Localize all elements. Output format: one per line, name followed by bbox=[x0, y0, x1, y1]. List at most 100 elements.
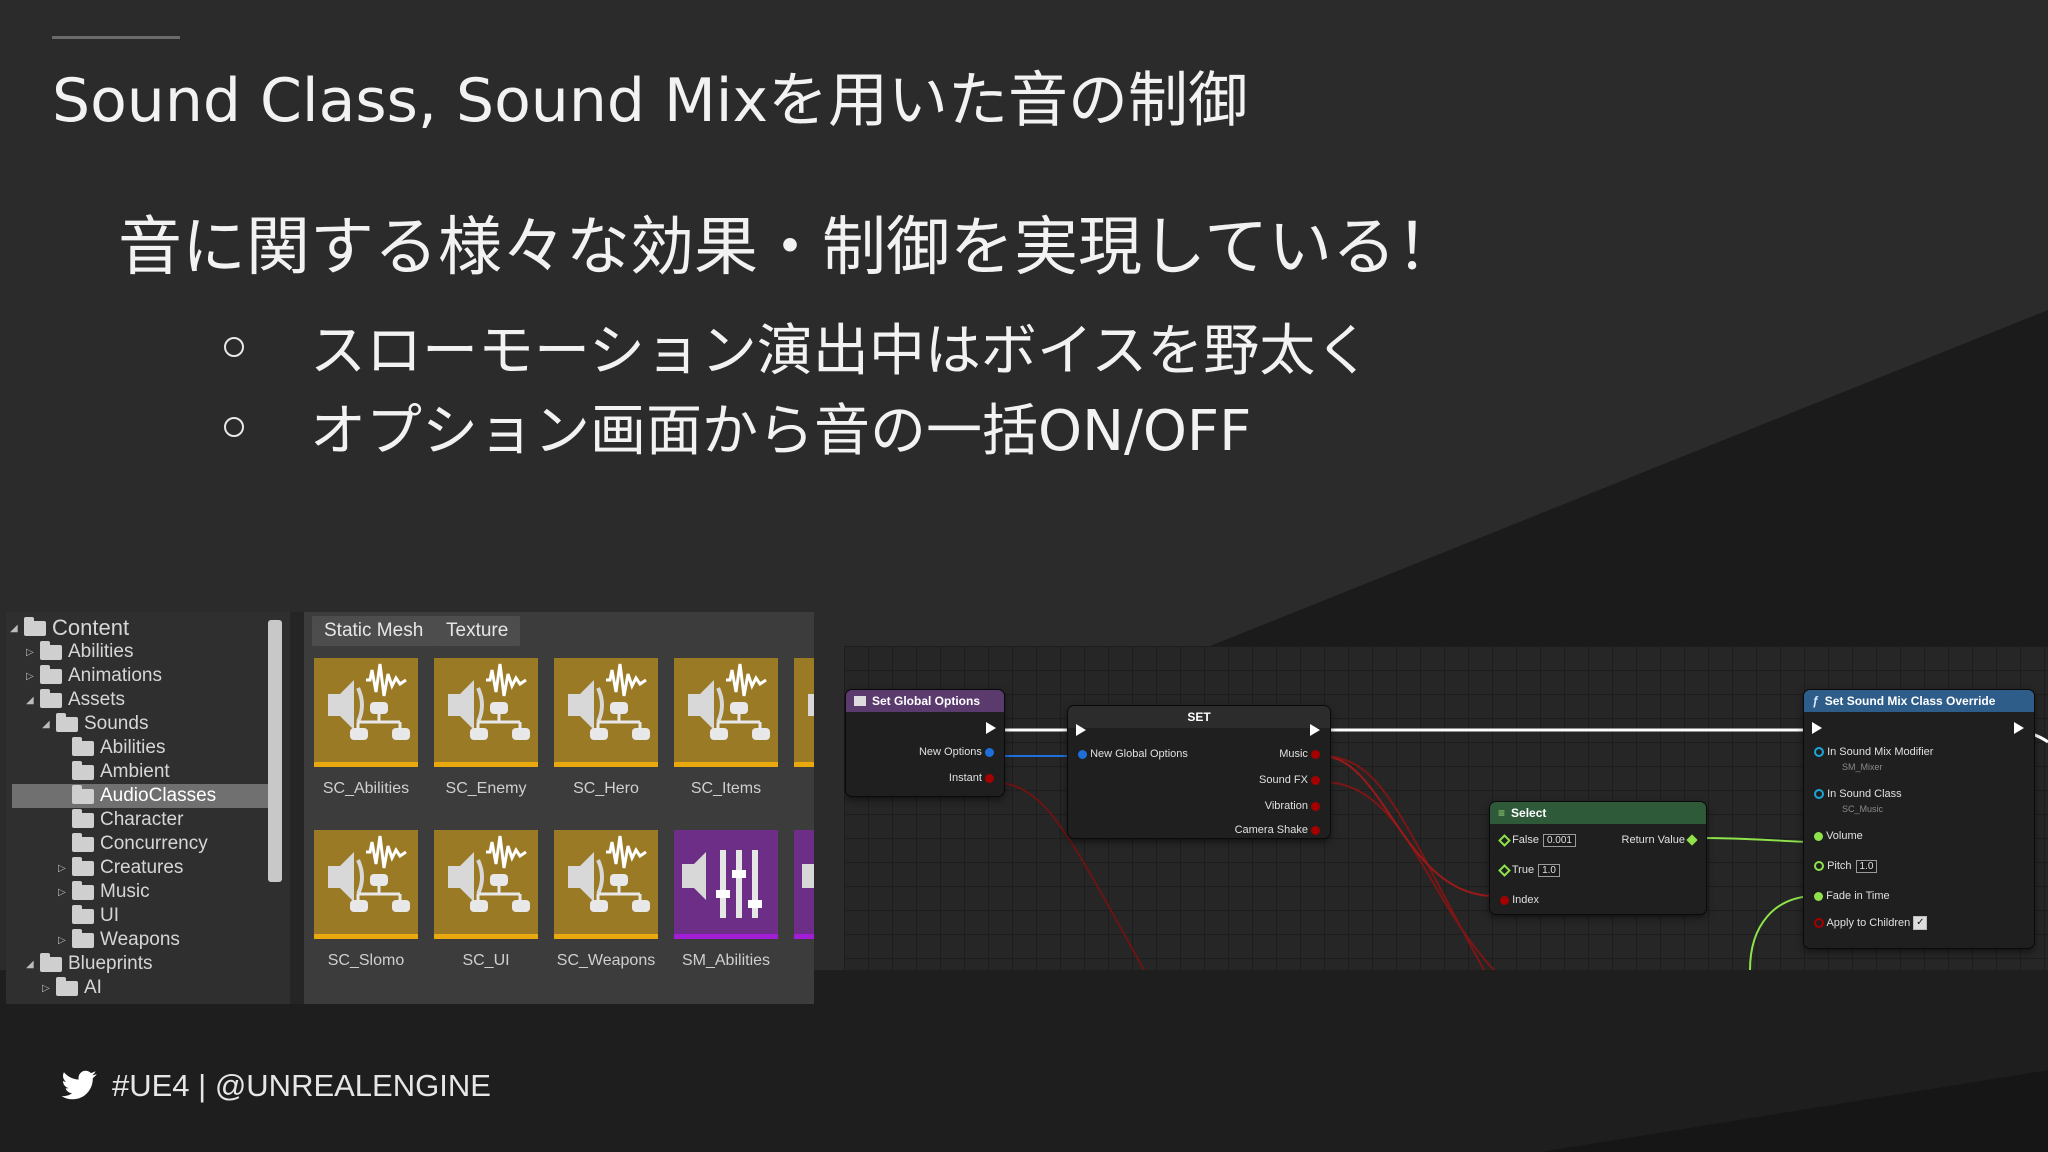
folder-icon bbox=[72, 808, 94, 828]
content-browser: ◢ Content ▷ Abilities ▷ Animations ◢ Assets … bbox=[6, 612, 814, 1004]
float-pin-icon[interactable] bbox=[1814, 891, 1823, 901]
bullet-text: スローモーション演出中はボイスを野太く bbox=[310, 319, 1372, 384]
folder-icon bbox=[72, 880, 94, 900]
true-value-field[interactable]: 1.0 bbox=[1538, 864, 1560, 877]
tree-item-ui[interactable]: UI bbox=[58, 904, 119, 928]
sound-mix-icon bbox=[682, 850, 762, 918]
asset-tile-sc-enemy[interactable] bbox=[434, 658, 538, 767]
folder-icon bbox=[40, 688, 62, 708]
asset-tile-sm[interactable] bbox=[794, 830, 814, 939]
bool-pin-icon[interactable] bbox=[1311, 825, 1320, 835]
tree-item-creatures[interactable]: ▷ Creatures bbox=[58, 856, 183, 880]
object-pin-icon[interactable] bbox=[1814, 747, 1824, 758]
tree-item-character[interactable]: Character bbox=[58, 808, 183, 832]
tree-item-sounds[interactable]: ◢ Sounds bbox=[42, 712, 148, 736]
tree-scrollbar[interactable] bbox=[268, 620, 282, 882]
bool-pin-icon[interactable] bbox=[1311, 749, 1320, 759]
bool-pin-icon[interactable] bbox=[1814, 918, 1824, 928]
struct-pin-icon[interactable] bbox=[985, 747, 994, 757]
folder-icon bbox=[40, 952, 62, 972]
exec-out-pin[interactable] bbox=[1310, 724, 1320, 736]
exec-in-pin[interactable] bbox=[1076, 724, 1086, 736]
expand-arrow-icon: ▷ bbox=[58, 934, 66, 946]
tree-item-abilities[interactable]: ▷ Abilities bbox=[26, 640, 133, 664]
sound-class-icon bbox=[326, 834, 412, 914]
sound-class-icon bbox=[566, 662, 652, 742]
folder-icon bbox=[72, 736, 94, 756]
exec-out-pin[interactable] bbox=[986, 722, 996, 734]
twitter-bird-icon bbox=[61, 1070, 97, 1100]
bullet-item: オプション画面から音の一括ON/OFF bbox=[224, 386, 1251, 467]
asset-label: SM_Abilities bbox=[681, 952, 771, 969]
apply-to-children-checkbox[interactable]: ✓ bbox=[1913, 916, 1928, 930]
asset-label: SC_Abilities bbox=[322, 780, 410, 797]
tree-item-concurrency[interactable]: Concurrency bbox=[58, 832, 208, 856]
exec-out-pin[interactable] bbox=[2014, 722, 2024, 734]
asset-tile-sc-hero[interactable] bbox=[554, 658, 658, 767]
tree-item-animations[interactable]: ▷ Animations bbox=[26, 664, 162, 688]
expand-arrow-icon: ▷ bbox=[26, 670, 34, 682]
folder-tree: ◢ Content ▷ Abilities ▷ Animations ◢ Assets … bbox=[6, 612, 290, 1004]
bool-pin-icon[interactable] bbox=[1311, 801, 1320, 811]
bullet-text: オプション画面から音の一括ON/OFF bbox=[310, 399, 1252, 464]
sound-class-icon bbox=[446, 834, 532, 914]
asset-tile-sc-items[interactable] bbox=[674, 658, 778, 767]
folder-icon bbox=[72, 784, 94, 804]
asset-tile-sc-weapons[interactable] bbox=[554, 830, 658, 939]
function-icon: ƒ bbox=[1812, 694, 1819, 708]
tree-item-music[interactable]: ▷ Music bbox=[58, 880, 150, 904]
folder-icon bbox=[72, 760, 94, 780]
folder-icon bbox=[72, 856, 94, 876]
float-pin-icon[interactable] bbox=[1814, 861, 1824, 872]
node-set-global-options[interactable]: Set Global Options New Options Instant bbox=[846, 690, 1004, 796]
asset-tile-sc-ui[interactable] bbox=[434, 830, 538, 939]
float-out-pin-icon[interactable] bbox=[1686, 834, 1698, 846]
bool-pin-icon[interactable] bbox=[1311, 775, 1320, 785]
node-set-sound-mix-class-override[interactable]: ƒ Set Sound Mix Class Override In Sound M… bbox=[1804, 690, 2034, 948]
panel-splitter[interactable] bbox=[290, 612, 304, 1004]
exec-in-pin[interactable] bbox=[1812, 722, 1822, 734]
node-select[interactable]: ≡ Select False 0.001 True 1.0 Index Return … bbox=[1490, 802, 1706, 914]
mix-asset-dropdown[interactable]: SM_Mixer bbox=[1842, 762, 1883, 772]
asset-label: SC_Items bbox=[690, 780, 762, 797]
filter-static-mesh[interactable]: Static Mesh bbox=[312, 616, 436, 646]
filter-texture[interactable]: Texture bbox=[434, 616, 521, 646]
title-rule bbox=[52, 36, 180, 39]
asset-tile-sc-slomo[interactable] bbox=[314, 830, 418, 939]
tree-item-blueprints[interactable]: ◢ Blueprints bbox=[26, 952, 153, 976]
asset-tile-s[interactable] bbox=[794, 658, 814, 767]
tree-item-assets[interactable]: ◢ Assets bbox=[26, 688, 125, 712]
expand-arrow-icon: ▷ bbox=[42, 982, 50, 994]
float-pin-icon[interactable] bbox=[1498, 863, 1511, 877]
collapse-arrow-icon: ◢ bbox=[26, 694, 34, 706]
tree-item-sounds-abilities[interactable]: Abilities bbox=[58, 736, 165, 760]
struct-pin-icon[interactable] bbox=[1078, 749, 1087, 759]
asset-grid: Static Mesh Texture SC_Abilities SC_Enem… bbox=[304, 612, 814, 1004]
asset-label: SC_Weapons bbox=[556, 952, 656, 969]
float-pin-icon[interactable] bbox=[1498, 833, 1511, 847]
pitch-value-field[interactable]: 1.0 bbox=[1855, 860, 1878, 873]
tree-item-audioclasses[interactable]: AudioClasses bbox=[12, 784, 268, 808]
function-icon bbox=[854, 696, 866, 706]
bool-pin-icon[interactable] bbox=[985, 773, 994, 783]
expand-arrow-icon: ▷ bbox=[26, 646, 34, 658]
folder-icon bbox=[72, 928, 94, 948]
tree-item-content[interactable]: ◢ Content bbox=[10, 615, 268, 640]
tree-item-ai[interactable]: ▷ AI bbox=[42, 976, 102, 1000]
node-set[interactable]: SET New Global Options Music Sound FX Vi… bbox=[1068, 706, 1330, 838]
collapse-arrow-icon: ◢ bbox=[42, 718, 50, 730]
collapse-arrow-icon: ◢ bbox=[26, 958, 34, 970]
float-pin-icon[interactable] bbox=[1814, 831, 1823, 841]
asset-label: SM bbox=[784, 952, 814, 970]
asset-tile-sc-abilities[interactable] bbox=[314, 658, 418, 767]
class-asset-dropdown[interactable]: SC_Music bbox=[1842, 804, 1883, 814]
asset-tile-sm-abilities[interactable] bbox=[674, 830, 778, 939]
folder-icon bbox=[24, 616, 46, 636]
sound-class-icon bbox=[566, 834, 652, 914]
object-pin-icon[interactable] bbox=[1814, 789, 1824, 800]
tree-item-ambient[interactable]: Ambient bbox=[58, 760, 170, 784]
slide-title: Sound Class, Sound Mixを用いた音の制御 bbox=[52, 66, 1248, 136]
bool-pin-icon[interactable] bbox=[1500, 895, 1509, 905]
tree-item-weapons[interactable]: ▷ Weapons bbox=[58, 928, 180, 952]
false-value-field[interactable]: 0.001 bbox=[1542, 834, 1576, 847]
